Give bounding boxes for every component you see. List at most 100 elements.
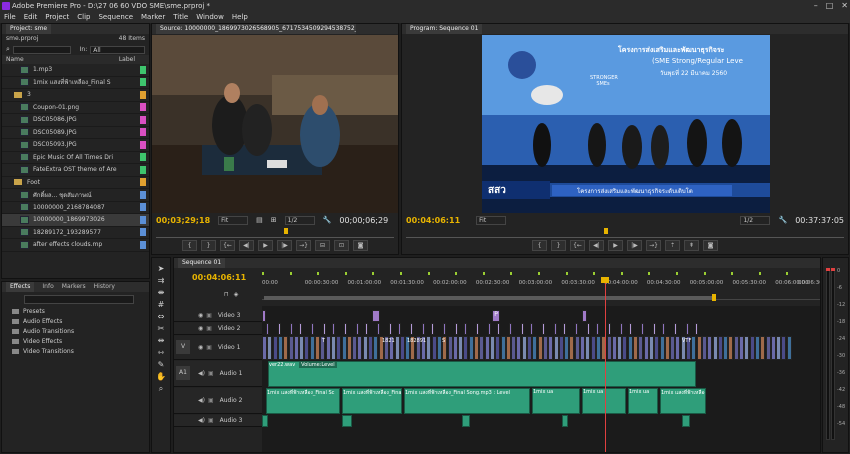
column-label[interactable]: Label xyxy=(119,55,135,64)
video-clip[interactable] xyxy=(622,336,628,360)
video-clip[interactable] xyxy=(357,336,363,360)
program-scale-select[interactable]: 1/2 xyxy=(740,215,771,225)
speaker-icon[interactable]: ◀) xyxy=(198,417,205,424)
video-clip[interactable] xyxy=(590,336,596,360)
source-patch-audio[interactable]: A1 xyxy=(176,366,190,380)
effects-video-effects[interactable]: Video Effects xyxy=(2,336,149,346)
lock-icon[interactable]: ▣ xyxy=(208,370,214,377)
search-icon[interactable]: ⌕ xyxy=(6,45,10,54)
video-clip[interactable] xyxy=(530,323,533,335)
video-clip[interactable] xyxy=(686,323,689,335)
video-clip[interactable] xyxy=(542,323,545,335)
effects-search-input[interactable] xyxy=(24,294,134,304)
rate-stretch-tool-icon[interactable]: ⇔ xyxy=(158,312,165,321)
volume-level-label[interactable]: Volume:Level xyxy=(299,362,337,368)
go-to-in-button[interactable]: {← xyxy=(220,240,235,251)
program-step-back-button[interactable]: ◀| xyxy=(589,240,604,251)
menu-edit[interactable]: Edit xyxy=(24,12,38,23)
marker-icon[interactable] xyxy=(565,272,568,275)
video-clip[interactable] xyxy=(629,323,632,335)
marker-icon[interactable] xyxy=(344,272,347,275)
effects-audio-transitions[interactable]: Audio Transitions xyxy=(2,326,149,336)
video-clip[interactable] xyxy=(464,323,467,335)
video-clip[interactable] xyxy=(553,336,559,360)
project-item[interactable]: 10000000_1869973026 xyxy=(2,214,149,227)
video-clip[interactable] xyxy=(554,323,557,335)
program-wrench-icon[interactable]: 🔧 xyxy=(778,216,787,224)
video-clip[interactable] xyxy=(336,336,342,360)
video-clip[interactable] xyxy=(362,336,368,360)
video-clip[interactable] xyxy=(633,336,638,360)
effects-video-transitions[interactable]: Video Transitions xyxy=(2,346,149,356)
video-clip[interactable] xyxy=(654,336,660,360)
audio-clip[interactable] xyxy=(262,415,268,427)
marker-icon[interactable] xyxy=(400,272,402,275)
video-clip[interactable] xyxy=(662,323,665,335)
audio-clip-1mix[interactable]: 1mix แสงที่ฟ้าเหลือง_Final Song.mp3 : Le… xyxy=(404,388,530,414)
marker-icon[interactable] xyxy=(786,272,789,275)
step-back-button[interactable]: ◀| xyxy=(239,240,254,251)
video-clip[interactable] xyxy=(447,336,453,360)
video-clip[interactable] xyxy=(770,336,776,360)
video-clip[interactable] xyxy=(262,310,266,322)
video-clip[interactable] xyxy=(394,336,400,360)
video-clip[interactable] xyxy=(299,323,302,335)
project-item[interactable]: ศักดิ์ผล... ชุดสัมภาษณ์ xyxy=(2,189,149,202)
insert-button[interactable]: ⊟ xyxy=(315,240,330,251)
video-clip[interactable] xyxy=(509,323,512,335)
razor-tool-icon[interactable]: ✂ xyxy=(158,324,165,333)
insert-icon[interactable]: ⊞ xyxy=(271,216,277,224)
video-clip[interactable] xyxy=(488,323,491,335)
lock-icon[interactable]: ▣ xyxy=(208,397,214,404)
video-clip[interactable] xyxy=(272,336,278,360)
track-select-tool-icon[interactable]: ⇉ xyxy=(158,276,165,285)
video-clip[interactable] xyxy=(749,336,755,360)
video-clip[interactable] xyxy=(675,336,681,360)
source-scale-select[interactable]: 1/2 xyxy=(284,215,315,225)
project-item[interactable]: after effects clouds.mp xyxy=(2,239,149,252)
video-clip[interactable] xyxy=(288,336,294,360)
project-item[interactable]: 3 xyxy=(2,89,149,102)
video-clip[interactable] xyxy=(277,336,283,360)
tab-source[interactable]: Source: 10000000_1869973026568905_671753… xyxy=(156,24,356,34)
video-clip[interactable] xyxy=(389,323,392,335)
project-item[interactable]: DSC05089.JPG xyxy=(2,127,149,139)
program-playhead[interactable] xyxy=(604,228,608,234)
project-item[interactable]: 1.mp3 xyxy=(2,64,149,77)
minimize-icon[interactable]: – xyxy=(814,0,818,12)
menu-marker[interactable]: Marker xyxy=(141,12,165,23)
video-clip[interactable] xyxy=(489,336,495,360)
video-clip[interactable] xyxy=(760,336,766,360)
audio-clip-1mix[interactable]: 1mix แสงที่ฟ้าเหลือง_Fi xyxy=(660,388,706,414)
program-timecode[interactable]: 00:04:06:11 xyxy=(406,216,460,225)
video-clip[interactable] xyxy=(315,336,320,360)
video-clip[interactable] xyxy=(641,323,644,335)
video-clip[interactable] xyxy=(521,323,524,335)
lock-icon[interactable]: ▣ xyxy=(208,417,214,424)
video-clip[interactable] xyxy=(558,336,564,360)
source-time-ruler[interactable] xyxy=(156,228,394,238)
column-name[interactable]: Name xyxy=(6,55,24,64)
video-clip[interactable] xyxy=(653,323,656,335)
video-clip[interactable] xyxy=(476,323,479,335)
video-clip[interactable] xyxy=(695,323,698,335)
tab-markers[interactable]: Markers xyxy=(62,282,86,292)
speaker-icon[interactable]: ◀) xyxy=(198,370,205,377)
audio-clip-ver22[interactable]: ver22.wav Volume:Level xyxy=(268,361,696,387)
video-clip[interactable] xyxy=(500,336,506,360)
video-clip[interactable] xyxy=(786,336,792,360)
marker-icon[interactable] xyxy=(427,272,430,275)
track-header[interactable]: ◉ ▣ Video 2 xyxy=(174,323,262,335)
video-clip[interactable] xyxy=(372,310,380,322)
video-clip[interactable] xyxy=(691,336,697,360)
video-clip[interactable] xyxy=(283,336,289,360)
lock-icon[interactable]: ▣ xyxy=(206,344,212,351)
program-time-ruler[interactable] xyxy=(406,228,844,238)
menu-clip[interactable]: Clip xyxy=(77,12,90,23)
video-clip[interactable] xyxy=(479,336,485,360)
project-item[interactable]: Epic Music Of All Times Dri xyxy=(2,152,149,164)
video-clip[interactable] xyxy=(574,336,580,360)
marker-icon[interactable] xyxy=(510,272,513,275)
timeline-playhead-line[interactable] xyxy=(605,278,606,452)
video-clip[interactable] xyxy=(266,323,269,335)
